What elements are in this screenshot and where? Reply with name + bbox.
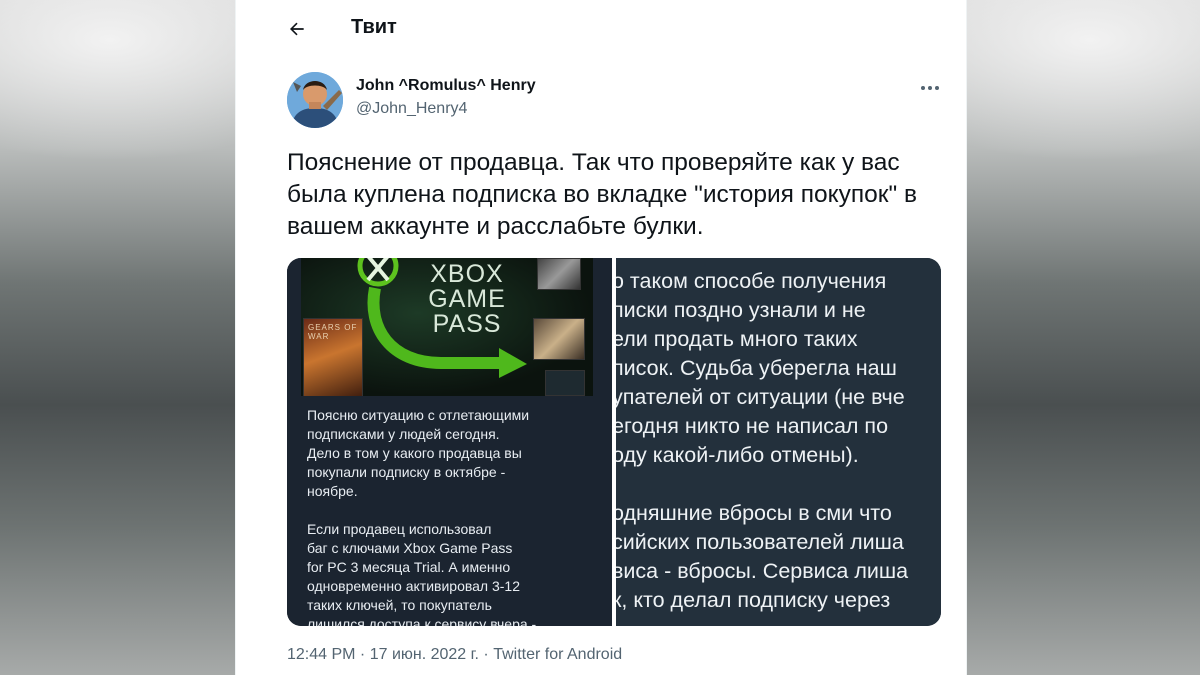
- top-bar: Твит: [236, 0, 966, 56]
- author-name[interactable]: John ^Romulus^ Henry: [356, 77, 536, 95]
- author-handle[interactable]: @John_Henry4: [356, 100, 467, 118]
- arrow-left-icon: [290, 22, 304, 36]
- message-line: к, кто делал подписку через: [616, 588, 891, 612]
- tweet-source-link[interactable]: Twitter for Android: [493, 646, 622, 663]
- message-line: [616, 470, 941, 499]
- tweet-time-link[interactable]: 12:44 PM · 17 июн. 2022 г.: [287, 646, 479, 663]
- game-cover: [537, 258, 581, 290]
- message-line: писки поздно узнали и не: [616, 298, 866, 322]
- more-horizontal-icon: [921, 86, 939, 90]
- message-line: упателей от ситуации (не вче: [616, 385, 905, 409]
- game-cover: [533, 318, 585, 360]
- xbox-game-pass-logo-text: XBOX GAME PASS: [428, 260, 506, 338]
- message-line: одняшние вбросы в сми что: [616, 501, 892, 525]
- more-button[interactable]: [914, 76, 946, 100]
- media-image-right[interactable]: о таком способе получения писки поздно у…: [616, 258, 941, 626]
- page-title: Твит: [351, 16, 397, 38]
- tweet-media[interactable]: XBOX GAME PASS GEARS OF WAR Поясню ситуа…: [287, 258, 941, 626]
- tweet-text: Пояснение от продавца. Так что проверяйт…: [287, 149, 917, 240]
- message-line: ели продать много таких: [616, 327, 858, 351]
- avatar-image: [287, 72, 343, 128]
- message-line: егодня никто не написал по: [616, 414, 889, 438]
- tweet-timestamp: 12:44 PM · 17 июн. 2022 г. · Twitter for…: [287, 646, 623, 663]
- message-text-cropped: о таком способе получения писки поздно у…: [616, 267, 941, 615]
- tweet-panel: Твит John ^Romulus^ Henry @John_Henry4 П…: [235, 0, 967, 675]
- message-text: Поясню ситуацию с отлетающими подписками…: [307, 406, 597, 626]
- avatar[interactable]: [287, 72, 343, 128]
- message-paragraph: Если продавец использовал баг с ключами …: [307, 521, 537, 626]
- message-line: о таком способе получения: [616, 269, 887, 293]
- message-line: оду какой-либо отмены).: [616, 443, 859, 467]
- game-cover: [545, 370, 585, 396]
- back-button[interactable]: [282, 14, 312, 44]
- game-cover-gears-of-war: GEARS OF WAR: [303, 318, 363, 396]
- xbox-game-pass-banner: XBOX GAME PASS GEARS OF WAR: [301, 258, 593, 396]
- message-line: виса - вбросы. Сервиса лиша: [616, 559, 909, 583]
- media-image-left[interactable]: XBOX GAME PASS GEARS OF WAR Поясню ситуа…: [287, 258, 612, 626]
- message-line: писок. Судьба уберегла наш: [616, 356, 897, 380]
- message-paragraph: Поясню ситуацию с отлетающими подписками…: [307, 407, 530, 499]
- message-line: сийских пользователей лиша: [616, 530, 904, 554]
